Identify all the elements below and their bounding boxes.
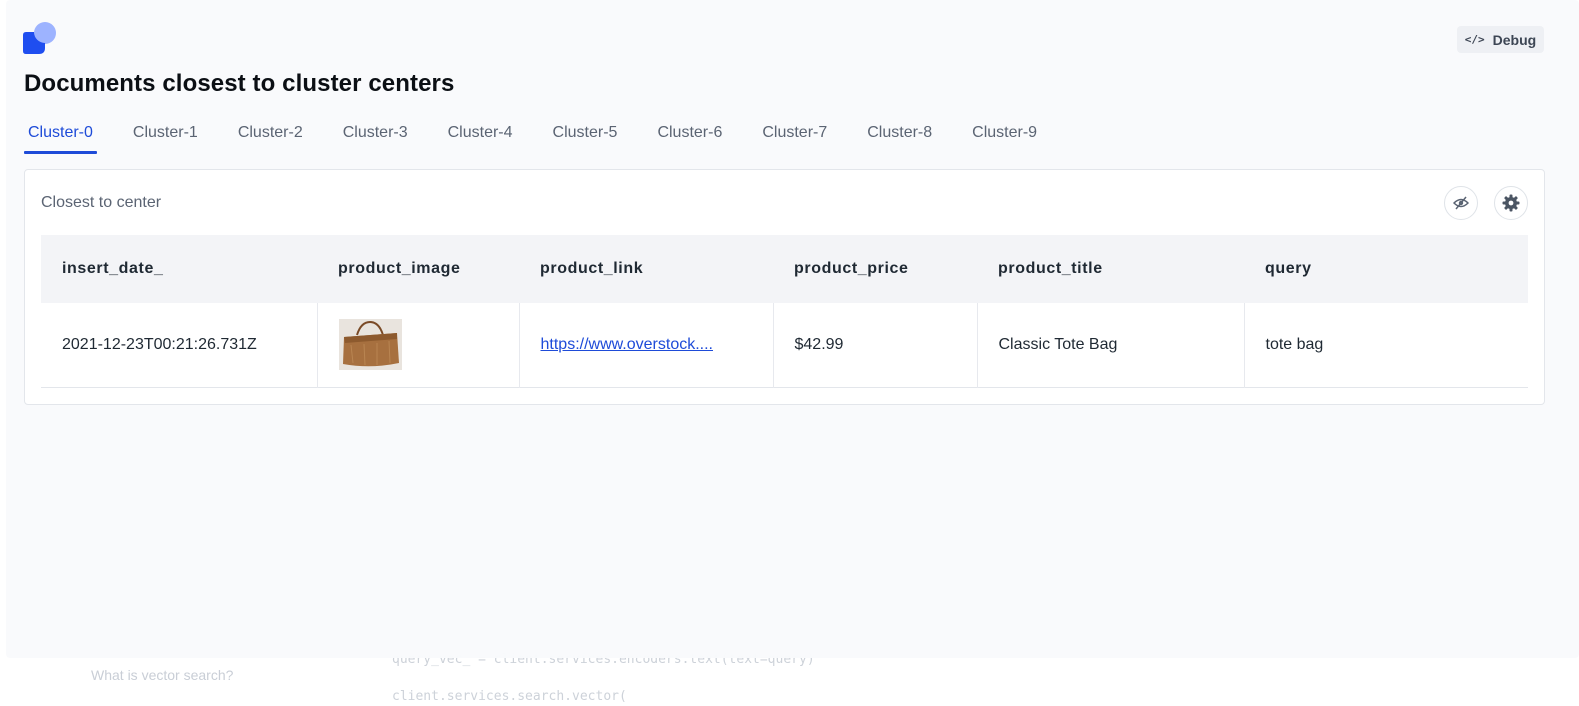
gear-icon: [1502, 194, 1520, 212]
column-header[interactable]: product_image: [317, 235, 519, 303]
column-header[interactable]: product_link: [519, 235, 773, 303]
tab-cluster-7[interactable]: Cluster-7: [758, 118, 831, 154]
column-header[interactable]: insert_date_: [41, 235, 317, 303]
cell-product-title: Classic Tote Bag: [977, 303, 1245, 387]
tab-cluster-8[interactable]: Cluster-8: [863, 118, 936, 154]
table-row: 2021-12-23T00:21:26.731Z https://www.ove…: [41, 303, 1528, 387]
cell-product-price: $42.99: [773, 303, 978, 387]
tab-cluster-6[interactable]: Cluster-6: [653, 118, 726, 154]
table-header-row: insert_date_ product_image product_link …: [41, 235, 1528, 303]
tab-cluster-3[interactable]: Cluster-3: [339, 118, 412, 154]
tab-cluster-0[interactable]: Cluster-0: [24, 118, 97, 154]
tab-cluster-1[interactable]: Cluster-1: [129, 118, 202, 154]
tab-cluster-5[interactable]: Cluster-5: [549, 118, 622, 154]
product-image-tote-bag: [338, 319, 402, 371]
product-link[interactable]: https://www.overstock....: [541, 336, 714, 353]
tab-cluster-9[interactable]: Cluster-9: [968, 118, 1041, 154]
tab-cluster-4[interactable]: Cluster-4: [444, 118, 517, 154]
cell-product-image: [317, 303, 520, 387]
settings-button[interactable]: [1494, 186, 1528, 220]
column-header[interactable]: query: [1244, 235, 1528, 303]
logo-icon: [23, 22, 56, 54]
cell-query: tote bag: [1265, 335, 1324, 353]
cell-insert-date: 2021-12-23T00:21:26.731Z: [41, 303, 318, 387]
eye-off-icon: [1453, 196, 1469, 210]
background-code-line: client.services.search.vector(: [392, 689, 627, 704]
column-header[interactable]: product_title: [977, 235, 1244, 303]
results-table: insert_date_ product_image product_link …: [41, 235, 1528, 388]
toggle-visibility-button[interactable]: [1444, 186, 1478, 220]
column-header[interactable]: product_price: [773, 235, 977, 303]
code-icon: </>: [1464, 33, 1485, 46]
debug-label: Debug: [1492, 31, 1537, 48]
page-title: Documents closest to cluster centers: [24, 70, 455, 97]
panel-title: Closest to center: [41, 194, 162, 211]
debug-button[interactable]: </> Debug: [1457, 26, 1544, 53]
cluster-tabs: Cluster-0 Cluster-1 Cluster-2 Cluster-3 …: [24, 118, 1073, 154]
closest-to-center-panel: Closest to center insert_date_ product_i…: [24, 169, 1545, 405]
background-sidebar-text: What is vector search?: [91, 667, 234, 683]
tab-cluster-2[interactable]: Cluster-2: [234, 118, 307, 154]
cell-product-link: https://www.overstock....: [519, 303, 774, 387]
cluster-modal: </> Debug Documents closest to cluster c…: [6, 0, 1579, 658]
